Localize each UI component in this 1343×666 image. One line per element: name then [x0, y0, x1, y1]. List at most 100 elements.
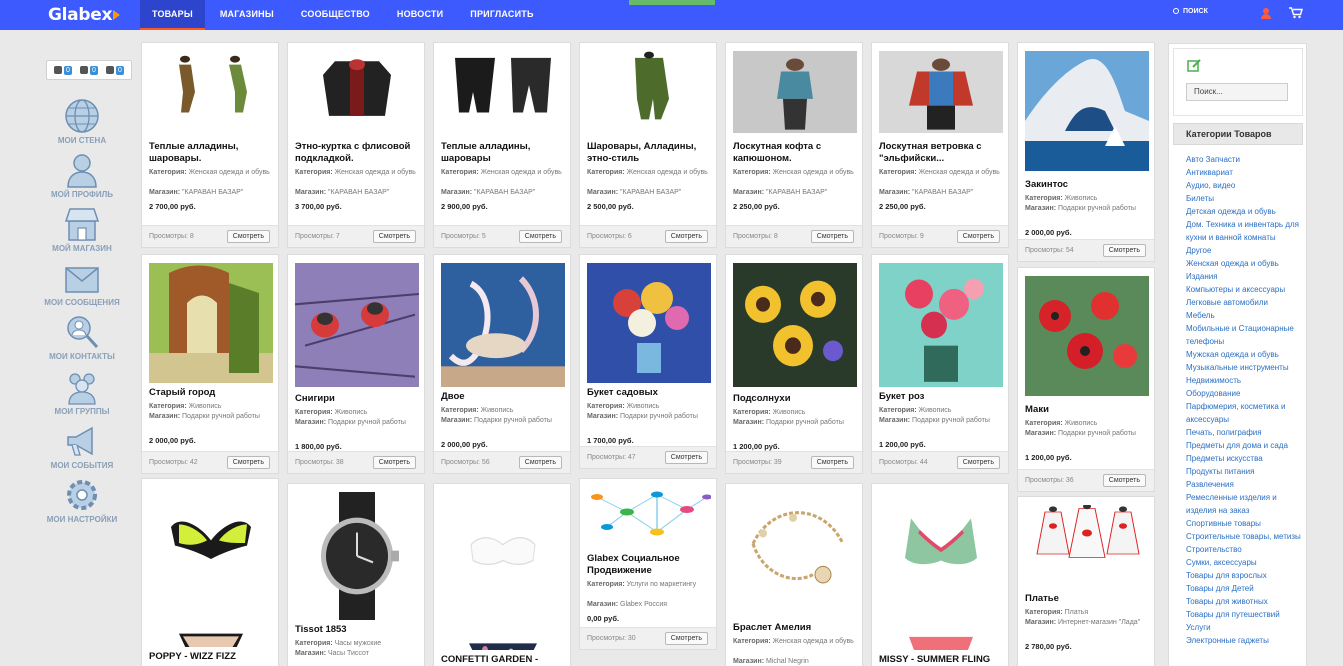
product-title[interactable]: Шаровары, Алладины, этно-стиль: [587, 141, 713, 165]
product-card[interactable]: Браслет Амелия Категория: Женская одежда …: [725, 483, 863, 666]
shop-value[interactable]: Подарки ручной работы: [328, 419, 406, 426]
shop-value[interactable]: Подарки ручной работы: [182, 413, 260, 420]
product-card[interactable]: Tissot 1853 Категория: Часы мужские Магази…: [287, 483, 425, 666]
category-link[interactable]: Печать, полиграфия: [1186, 426, 1304, 439]
category-link[interactable]: Антиквариат: [1186, 166, 1304, 179]
product-search-input[interactable]: Поиск...: [1186, 83, 1288, 101]
shop-value[interactable]: Подарки ручной работы: [912, 417, 990, 424]
view-button[interactable]: Смотреть: [956, 456, 1000, 469]
product-image[interactable]: [294, 263, 420, 387]
sidebar-item-groups[interactable]: МОИ ГРУППЫ: [40, 368, 124, 416]
product-image[interactable]: [441, 263, 565, 387]
view-button[interactable]: Смотреть: [1102, 474, 1146, 487]
notification-tab[interactable]: [629, 0, 715, 5]
product-image[interactable]: [295, 51, 419, 133]
product-card[interactable]: POPPY - WIZZ FIZZ: [141, 478, 279, 666]
category-link[interactable]: Авто Запчасти: [1186, 153, 1304, 166]
product-title[interactable]: Лоскутная ветровка с "эльфийски...: [879, 141, 1005, 165]
product-title[interactable]: Tissot 1853: [295, 624, 421, 636]
view-button[interactable]: Смотреть: [664, 632, 708, 645]
product-title[interactable]: Браслет Амелия: [733, 622, 859, 634]
cart-icon[interactable]: [1289, 7, 1303, 19]
category-link[interactable]: Мебель: [1186, 309, 1304, 322]
category-link[interactable]: Женская одежда и обувь: [1186, 257, 1304, 270]
product-image[interactable]: [587, 263, 711, 383]
category-link[interactable]: Другое: [1186, 244, 1304, 257]
user-icon[interactable]: [1261, 8, 1271, 20]
product-title[interactable]: Glabex Социальное Продвижение: [587, 553, 713, 577]
shop-value[interactable]: Интернет-магазин "Лада": [1058, 619, 1140, 626]
notifications-counter[interactable]: 0: [54, 65, 72, 75]
shop-value[interactable]: "КАРАВАН БАЗАР": [912, 189, 973, 196]
product-image[interactable]: [733, 263, 857, 387]
category-link[interactable]: Легковые автомобили: [1186, 296, 1304, 309]
product-image[interactable]: [1025, 51, 1149, 171]
product-card[interactable]: Этно-куртка с флисовой подкладкой. Катего…: [287, 42, 425, 248]
shop-value[interactable]: Подарки ручной работы: [1058, 205, 1136, 212]
shop-value[interactable]: "КАРАВАН БАЗАР": [182, 189, 243, 196]
view-button[interactable]: Смотреть: [664, 230, 708, 243]
shop-value[interactable]: Подарки ручной работы: [1058, 430, 1136, 437]
category-link[interactable]: Строительные товары, метизы: [1186, 530, 1304, 543]
category-link[interactable]: Парфюмерия, косметика и аксессуары: [1186, 400, 1304, 426]
category-link[interactable]: Товары для животных: [1186, 595, 1304, 608]
product-title[interactable]: Букет садовых: [587, 387, 713, 399]
category-link[interactable]: Компьютеры и аксессуары: [1186, 283, 1304, 296]
product-card[interactable]: Снигири Категория: Живопись Магазин: Подар…: [287, 254, 425, 474]
category-link[interactable]: Аудио, видео: [1186, 179, 1304, 192]
category-link[interactable]: Сумки, аксессуары: [1186, 556, 1304, 569]
product-card[interactable]: Теплые алладины, шаровары. Категория: Жен…: [141, 42, 279, 248]
product-card[interactable]: Теплые алладины, шаровары Категория: Женс…: [433, 42, 571, 248]
product-title[interactable]: Подсолнухи: [733, 393, 859, 405]
messages-counter[interactable]: 0: [106, 65, 124, 75]
product-image[interactable]: [149, 51, 273, 133]
product-card[interactable]: CONFETTI GARDEN -: [433, 483, 571, 666]
logo[interactable]: Glabex: [48, 5, 121, 25]
nav-invite[interactable]: ПРИГЛАСИТЬ: [458, 0, 545, 30]
view-button[interactable]: Смотреть: [372, 230, 416, 243]
shop-value[interactable]: "КАРАВАН БАЗАР": [328, 189, 389, 196]
header-search-link[interactable]: ПОИСК: [1173, 8, 1208, 15]
view-button[interactable]: Смотреть: [518, 230, 562, 243]
view-button[interactable]: Смотреть: [226, 456, 270, 469]
view-button[interactable]: Смотреть: [956, 230, 1000, 243]
shop-value[interactable]: Glabex Россия: [620, 601, 667, 608]
nav-shops[interactable]: МАГАЗИНЫ: [208, 0, 286, 30]
category-link[interactable]: Недвижимость: [1186, 374, 1304, 387]
view-button[interactable]: Смотреть: [372, 456, 416, 469]
category-link[interactable]: Дом. Техника и инвентарь для кухни и ван…: [1186, 218, 1304, 244]
category-link[interactable]: Развлечения: [1186, 478, 1304, 491]
sidebar-item-contacts[interactable]: МОИ КОНТАКТЫ: [40, 313, 124, 361]
sidebar-item-messages[interactable]: МОИ СООБЩЕНИЯ: [40, 259, 124, 307]
product-image[interactable]: [879, 263, 1003, 387]
product-image[interactable]: [295, 492, 419, 620]
view-button[interactable]: Смотреть: [226, 230, 270, 243]
shop-value[interactable]: Подарки ручной работы: [620, 413, 698, 420]
nav-community[interactable]: СООБЩЕСТВО: [289, 0, 382, 30]
shop-value[interactable]: Часы Тиссот: [328, 650, 369, 657]
product-image[interactable]: [441, 51, 565, 133]
shop-value[interactable]: Michal Negrin: [766, 658, 809, 665]
product-card[interactable]: Платье Категория: Платья Магазин: Интернет…: [1017, 496, 1155, 666]
product-image[interactable]: [733, 51, 857, 133]
product-card[interactable]: Шаровары, Алладины, этно-стиль Категория:…: [579, 42, 717, 248]
product-image[interactable]: [733, 492, 857, 616]
product-title[interactable]: Теплые алладины, шаровары: [441, 141, 567, 165]
sidebar-item-profile[interactable]: МОЙ ПРОФИЛЬ: [40, 151, 124, 199]
product-image[interactable]: [1025, 276, 1149, 396]
category-link[interactable]: Предметы искусства: [1186, 452, 1304, 465]
product-title[interactable]: Теплые алладины, шаровары.: [149, 141, 275, 165]
category-link[interactable]: Билеты: [1186, 192, 1304, 205]
product-title[interactable]: Двое: [441, 391, 567, 403]
category-link[interactable]: Музыкальные инструменты: [1186, 361, 1304, 374]
category-link[interactable]: Ремесленные изделия и изделия на заказ: [1186, 491, 1304, 517]
product-image[interactable]: [587, 51, 711, 133]
product-image[interactable]: [1025, 503, 1149, 589]
view-button[interactable]: Смотреть: [664, 451, 708, 464]
category-link[interactable]: Мобильные и Стационарные телефоны: [1186, 322, 1304, 348]
shop-value[interactable]: Подарки ручной работы: [766, 419, 844, 426]
nav-news[interactable]: НОВОСТИ: [385, 0, 455, 30]
view-button[interactable]: Смотреть: [518, 456, 562, 469]
category-link[interactable]: Оборудование: [1186, 387, 1304, 400]
category-link[interactable]: Детская одежда и обувь: [1186, 205, 1304, 218]
